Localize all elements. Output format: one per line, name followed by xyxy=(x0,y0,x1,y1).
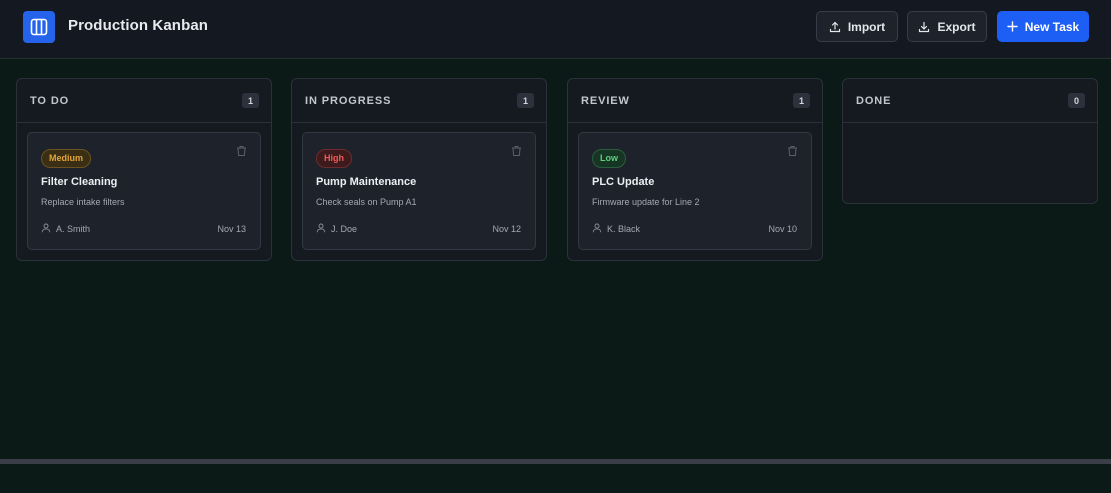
task-card[interactable]: High Pump Maintenance Check seals on Pum… xyxy=(302,132,536,250)
upload-icon xyxy=(829,21,841,33)
column-in-progress: IN PROGRESS 1 High Pump Maintenance Chec… xyxy=(291,78,547,261)
column-count-badge: 1 xyxy=(242,93,259,108)
task-date: Nov 12 xyxy=(492,224,521,234)
column-drop-zone[interactable] xyxy=(843,123,1097,203)
column-title: TO DO xyxy=(30,94,70,107)
user-icon xyxy=(592,223,602,235)
column-header: DONE 0 xyxy=(843,79,1097,123)
task-assignee: J. Doe xyxy=(331,224,358,234)
import-button[interactable]: Import xyxy=(816,11,898,42)
task-assignee: A. Smith xyxy=(56,224,91,234)
task-card[interactable]: Low PLC Update Firmware update for Line … xyxy=(578,132,812,250)
priority-badge: Medium xyxy=(41,149,92,168)
column-header: IN PROGRESS 1 xyxy=(292,79,546,123)
column-todo: TO DO 1 Medium Filter Cleaning Replace i… xyxy=(16,78,272,261)
bottom-area xyxy=(0,464,1111,493)
task-date: Nov 13 xyxy=(217,224,246,234)
new-task-button-label: New Task xyxy=(1024,19,1080,34)
plus-icon xyxy=(1007,21,1018,32)
import-button-label: Import xyxy=(847,19,886,34)
new-task-button[interactable]: New Task xyxy=(997,11,1089,42)
task-title: PLC Update xyxy=(592,176,655,188)
column-review: REVIEW 1 Low PLC Update Firmware update … xyxy=(567,78,823,261)
task-card[interactable]: Medium Filter Cleaning Replace intake fi… xyxy=(27,132,261,250)
column-count-badge: 0 xyxy=(1068,93,1085,108)
column-count-badge: 1 xyxy=(517,93,534,108)
task-date: Nov 10 xyxy=(768,224,797,234)
priority-badge: Low xyxy=(592,149,626,168)
trash-icon[interactable] xyxy=(787,144,798,156)
task-description: Check seals on Pump A1 xyxy=(316,197,417,207)
column-header: REVIEW 1 xyxy=(568,79,822,123)
kanban-columns-icon xyxy=(23,11,55,43)
trash-icon[interactable] xyxy=(236,144,247,156)
column-title: DONE xyxy=(856,94,892,107)
task-description: Replace intake filters xyxy=(41,197,125,207)
user-icon xyxy=(316,223,326,235)
kanban-board: TO DO 1 Medium Filter Cleaning Replace i… xyxy=(0,59,1111,459)
download-icon xyxy=(918,21,930,33)
user-icon xyxy=(41,223,51,235)
task-description: Firmware update for Line 2 xyxy=(592,197,700,207)
column-header: TO DO 1 xyxy=(17,79,271,123)
export-button[interactable]: Export xyxy=(907,11,987,42)
column-title: IN PROGRESS xyxy=(305,94,392,107)
export-button-label: Export xyxy=(937,19,976,34)
app-title: Production Kanban xyxy=(68,17,209,34)
task-title: Pump Maintenance xyxy=(316,176,417,188)
column-done: DONE 0 xyxy=(842,78,1098,204)
priority-badge: High xyxy=(316,149,352,168)
trash-icon[interactable] xyxy=(511,144,522,156)
task-assignee: K. Black xyxy=(607,224,641,234)
task-title: Filter Cleaning xyxy=(41,176,118,188)
top-bar: Production Kanban Import Export New Task xyxy=(0,0,1111,59)
column-title: REVIEW xyxy=(581,94,630,107)
column-count-badge: 1 xyxy=(793,93,810,108)
